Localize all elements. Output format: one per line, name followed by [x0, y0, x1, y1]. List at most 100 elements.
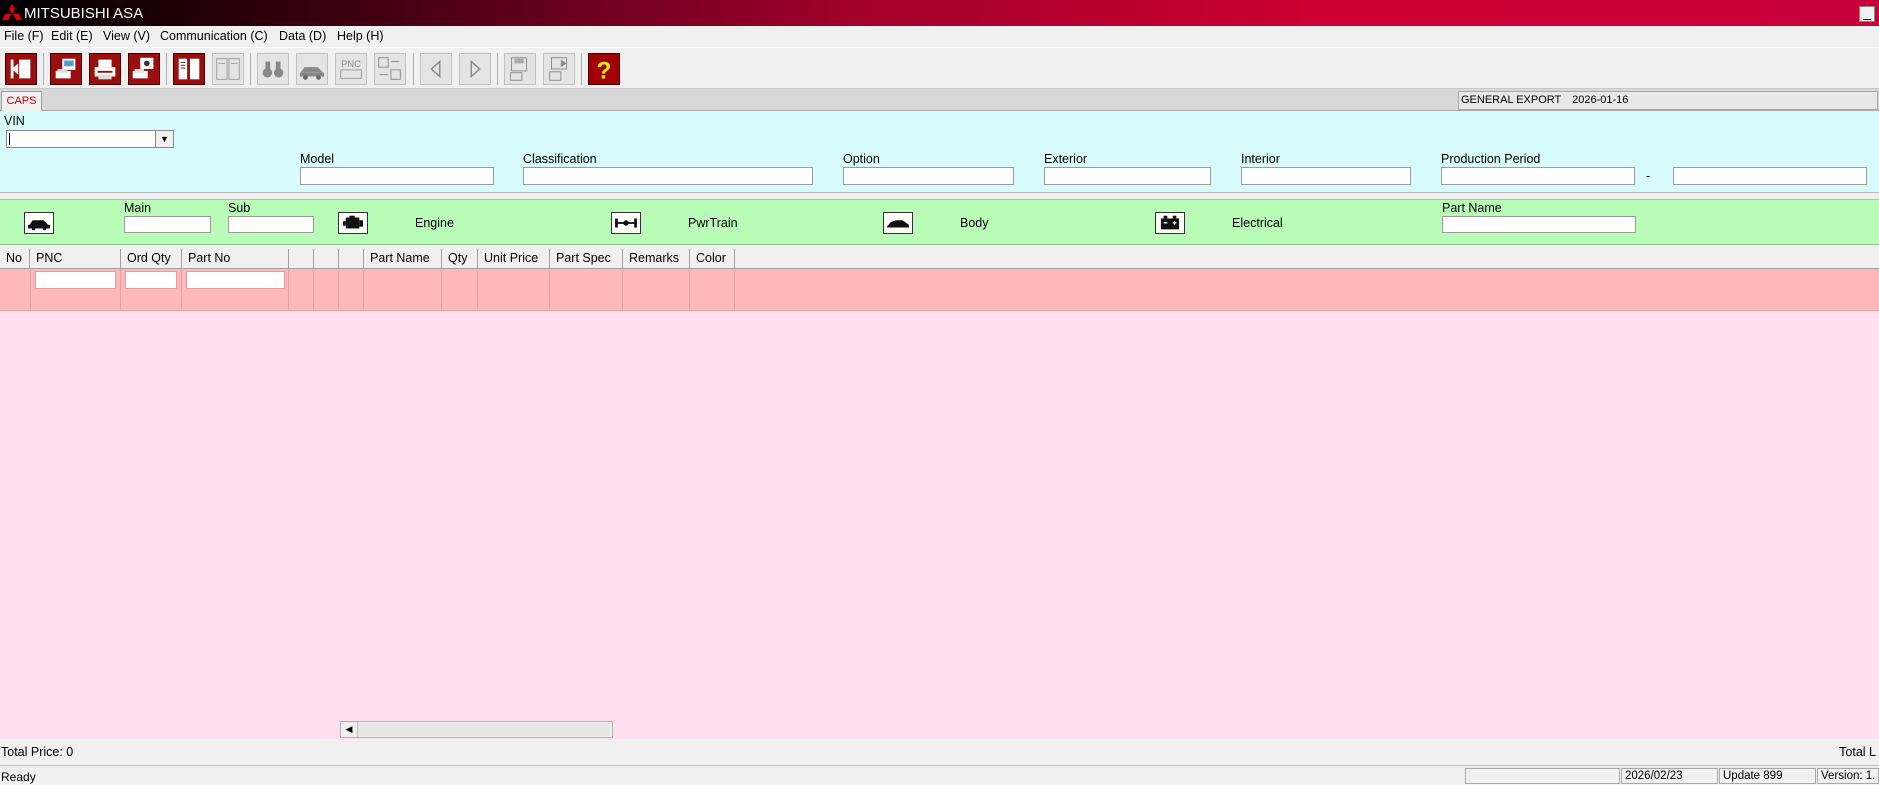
vin-label: VIN [4, 114, 25, 128]
model-label: Model [300, 152, 335, 166]
toolbar: PNC ? [0, 47, 1879, 89]
print-preview-button[interactable] [50, 53, 82, 85]
col-ord-qty[interactable]: Ord Qty [121, 249, 182, 269]
scrollbar-thumb[interactable] [358, 723, 610, 736]
print-button[interactable] [89, 53, 121, 85]
pwrtrain-category-button[interactable] [611, 212, 641, 234]
status-version: Version: 1. [1817, 768, 1879, 784]
col-part-name[interactable]: Part Name [364, 249, 442, 269]
vin-combobox[interactable]: ▼ [6, 130, 174, 148]
parts-list-icon [378, 57, 401, 80]
table-header: No PNC Ord Qty Part No Part Name Qty Uni… [0, 249, 1879, 269]
scroll-left-icon[interactable]: ◀ [341, 722, 358, 737]
total-lines: Total L [1839, 745, 1876, 759]
option-label: Option [843, 152, 880, 166]
menu-data[interactable]: Data (D) [279, 29, 326, 43]
horizontal-scrollbar[interactable]: ◀ [340, 721, 613, 738]
car-icon [28, 220, 50, 231]
main-group-field[interactable] [124, 216, 211, 233]
main-label: Main [124, 201, 152, 215]
col-part-no[interactable]: Part No [182, 249, 289, 269]
help-glyph: ? [597, 57, 612, 84]
exterior-field[interactable] [1044, 167, 1211, 185]
minimize-button[interactable]: _ [1859, 5, 1875, 22]
part-name-search-label: Part Name [1442, 201, 1502, 215]
engine-category-button[interactable] [338, 212, 368, 234]
electrical-category-button[interactable] [1155, 212, 1185, 234]
sub-group-field[interactable] [228, 216, 314, 233]
parts-list-button[interactable] [374, 53, 406, 85]
tab-caps[interactable]: CAPS [1, 91, 42, 111]
single-page-button[interactable] [173, 53, 205, 85]
menu-edit[interactable]: Edit (E) [51, 29, 93, 43]
double-page-button[interactable] [212, 53, 244, 85]
production-period-from-field[interactable] [1441, 167, 1635, 185]
back-arrow-icon [430, 59, 441, 79]
electrical-label[interactable]: Electrical [1232, 216, 1283, 230]
transfer-icon [549, 57, 567, 81]
engine-label[interactable]: Engine [415, 216, 454, 230]
transfer-button[interactable] [543, 53, 575, 85]
vehicle-category-button[interactable] [24, 212, 54, 234]
pwrtrain-label[interactable]: PwrTrain [688, 216, 738, 230]
part-name-search-field[interactable] [1442, 216, 1636, 233]
vin-text-caret [9, 133, 10, 145]
search-button[interactable] [257, 53, 289, 85]
single-page-icon [178, 58, 200, 80]
ord-qty-input[interactable] [125, 271, 177, 289]
engine-icon [343, 215, 363, 229]
part-no-input[interactable] [186, 271, 285, 289]
col-no[interactable]: No [0, 249, 30, 269]
menu-communication[interactable]: Communication (C) [160, 29, 268, 43]
option-field[interactable] [843, 167, 1014, 185]
pnc-icon-label: PNC [341, 59, 361, 69]
help-button[interactable]: ? [588, 53, 620, 85]
binoculars-search-icon [262, 61, 284, 78]
pnc-button[interactable]: PNC [335, 53, 367, 85]
classification-field[interactable] [523, 167, 813, 185]
status-date: 2026/02/23 [1621, 768, 1718, 784]
col-pnc[interactable]: PNC [30, 249, 121, 269]
col-blank-1[interactable] [289, 249, 314, 269]
col-color[interactable]: Color [690, 249, 735, 269]
catalog-region: GENERAL EXPORT [1461, 94, 1562, 106]
col-part-spec[interactable]: Part Spec [550, 249, 623, 269]
production-period-separator: - [1646, 169, 1651, 183]
body-category-button[interactable] [883, 212, 913, 234]
car-body-icon [887, 220, 909, 228]
status-update: Update 899 [1719, 768, 1816, 784]
menu-bar: File (F) Edit (E) View (V) Communication… [0, 26, 1879, 47]
panel-divider [0, 192, 1879, 200]
col-unit-price[interactable]: Unit Price [478, 249, 550, 269]
catalog-info: GENERAL EXPORT 2026-01-16 [1458, 91, 1878, 110]
mitsubishi-logo-icon [2, 4, 22, 20]
chevron-down-icon[interactable]: ▼ [155, 131, 173, 147]
col-blank-2[interactable] [314, 249, 339, 269]
col-remarks[interactable]: Remarks [623, 249, 690, 269]
menu-help[interactable]: Help (H) [337, 29, 384, 43]
exit-button[interactable] [5, 53, 37, 85]
save-button[interactable] [504, 53, 536, 85]
tab-strip: CAPS GENERAL EXPORT 2026-01-16 [0, 89, 1879, 111]
menu-file[interactable]: File (F) [4, 29, 44, 43]
model-field[interactable] [300, 167, 494, 185]
production-period-label: Production Period [1441, 152, 1541, 166]
col-blank-3[interactable] [339, 249, 364, 269]
parts-list-area[interactable] [0, 311, 1879, 739]
status-text: Ready [1, 770, 36, 784]
vehicle-button[interactable] [296, 53, 328, 85]
back-button[interactable] [420, 53, 452, 85]
pnc-input[interactable] [35, 271, 116, 289]
print-preview-icon [55, 58, 76, 79]
body-label[interactable]: Body [960, 216, 989, 230]
double-page-icon [216, 58, 240, 80]
print-setup-button[interactable] [128, 53, 160, 85]
col-qty[interactable]: Qty [442, 249, 478, 269]
production-period-to-field[interactable] [1673, 167, 1867, 185]
exterior-label: Exterior [1044, 152, 1088, 166]
forward-button[interactable] [459, 53, 491, 85]
exit-icon [10, 59, 31, 79]
status-empty-cell [1465, 768, 1620, 784]
menu-view[interactable]: View (V) [103, 29, 150, 43]
interior-field[interactable] [1241, 167, 1411, 185]
